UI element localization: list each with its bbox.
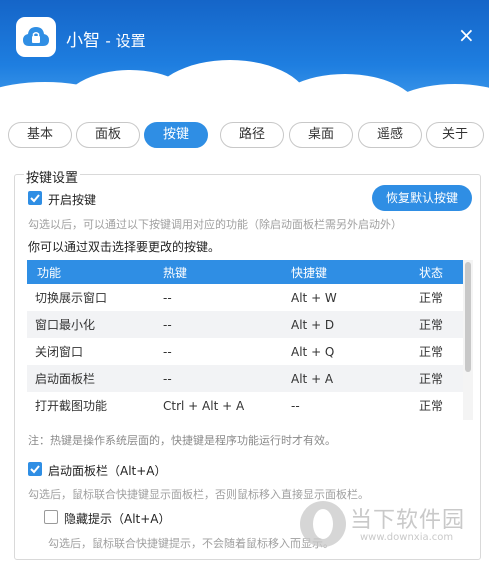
function-cell: 启动面板栏: [35, 372, 96, 386]
table-note: 注：热键是操作系统层面的，快捷键是程序功能运行时才有效。: [28, 434, 336, 447]
column-header: 功能: [37, 265, 62, 280]
tab-panel[interactable]: 面板: [76, 122, 140, 148]
function-cell: 切换展示窗口: [35, 291, 108, 305]
function-cell: 关闭窗口: [35, 345, 84, 359]
shortcut-cell: Alt + Q: [291, 344, 335, 359]
column-header: 状态: [419, 265, 444, 280]
column-header: 快捷键: [291, 265, 328, 280]
tab-about[interactable]: 关于: [426, 122, 484, 148]
window-title: 小智 - 设置: [66, 26, 146, 51]
table-row[interactable]: 打开截图功能 Ctrl + Alt + A -- 正常: [27, 392, 463, 419]
tab-basic[interactable]: 基本: [8, 122, 72, 148]
table-row[interactable]: 窗口最小化 -- Alt + D 正常: [27, 311, 463, 338]
enable-hotkeys-checkbox[interactable]: [28, 191, 42, 205]
shortcut-cell: Alt + A: [291, 371, 334, 386]
close-icon[interactable]: ×: [458, 25, 475, 45]
window-subtitle: - 设置: [105, 32, 146, 50]
hotkey-table: 功能 热键 快捷键 状态 切换展示窗口 -- Alt + W 正常 窗口最小化 …: [27, 260, 463, 420]
status-cell: 正常: [419, 372, 444, 386]
status-cell: 正常: [419, 318, 444, 332]
panel-launch-checkbox[interactable]: [28, 462, 42, 476]
tab-remote[interactable]: 遥感: [358, 122, 422, 148]
hide-tip-label[interactable]: 隐藏提示（Alt+A）: [64, 510, 171, 527]
tab-bar: 基本 面板 按键 路径 桌面 遥感 关于: [8, 122, 484, 148]
check-icon: [30, 194, 40, 203]
restore-defaults-button[interactable]: 恢复默认按键: [372, 185, 472, 211]
function-cell: 窗口最小化: [35, 318, 96, 332]
status-cell: 正常: [419, 345, 444, 359]
watermark-url: www.downxia.com: [360, 532, 454, 543]
title-bar: 小智 - 设置 ×: [0, 0, 489, 118]
hotkey-cell: Ctrl + Alt + A: [163, 398, 245, 413]
check-icon: [30, 465, 40, 474]
group-title: 按键设置: [24, 167, 81, 186]
tab-path[interactable]: 路径: [220, 122, 284, 148]
enable-hotkeys-hint: 勾选以后，可以通过以下按键调用对应的功能（除启动面板栏需另外启动外）: [28, 218, 402, 231]
hide-tip-hint: 勾选后，鼠标联合快捷键提示，不会随着鼠标移入而显示。: [48, 537, 334, 550]
instruction-text: 你可以通过双击选择要更改的按键。: [28, 240, 221, 254]
table-row[interactable]: 切换展示窗口 -- Alt + W 正常: [27, 284, 463, 311]
table-row[interactable]: 关闭窗口 -- Alt + Q 正常: [27, 338, 463, 365]
status-cell: 正常: [419, 399, 444, 413]
watermark-text: 当下软件园: [350, 508, 466, 533]
hotkey-cell: --: [163, 317, 172, 332]
function-cell: 打开截图功能: [35, 399, 108, 413]
shortcut-cell: Alt + W: [291, 290, 337, 305]
shortcut-cell: --: [291, 398, 300, 413]
hotkey-cell: --: [163, 290, 172, 305]
hide-tip-checkbox[interactable]: [44, 510, 58, 524]
table-header: 功能 热键 快捷键 状态: [27, 260, 463, 284]
table-row[interactable]: 启动面板栏 -- Alt + A 正常: [27, 365, 463, 392]
tab-desktop[interactable]: 桌面: [289, 122, 353, 148]
table-scrollbar-thumb[interactable]: [465, 262, 471, 372]
status-cell: 正常: [419, 291, 444, 305]
panel-launch-label[interactable]: 启动面板栏（Alt+A）: [48, 462, 167, 479]
app-name: 小智: [66, 31, 100, 51]
hotkey-cell: --: [163, 344, 172, 359]
watermark: 当下软件园 www.downxia.com: [300, 498, 485, 550]
app-logo-icon: [16, 17, 56, 57]
watermark-logo-icon: [300, 501, 346, 547]
hotkey-cell: --: [163, 371, 172, 386]
enable-hotkeys-label[interactable]: 开启按键: [48, 191, 96, 208]
tab-hotkeys[interactable]: 按键: [144, 122, 208, 148]
column-header: 热键: [163, 265, 188, 280]
shortcut-cell: Alt + D: [291, 317, 335, 332]
